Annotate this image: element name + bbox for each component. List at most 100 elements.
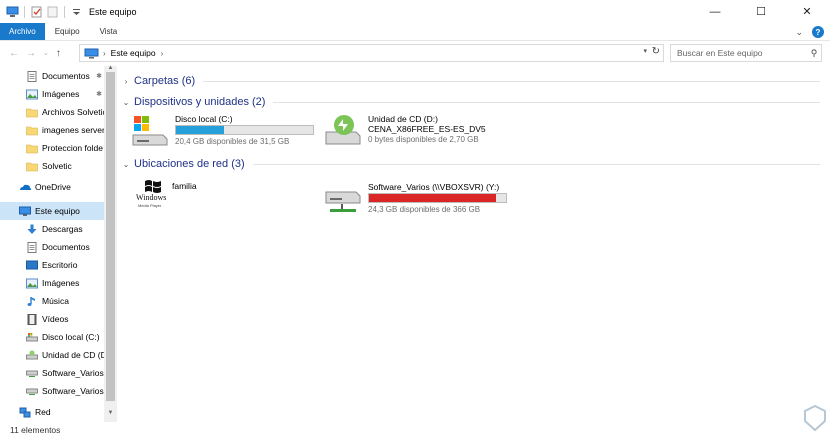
help-icon[interactable]: ? — [812, 26, 824, 38]
drive-volume-label: CENA_X86FREE_ES-ES_DV5 — [368, 124, 486, 134]
properties-icon[interactable] — [30, 6, 43, 18]
nav-item-software-varios-1[interactable]: Software_Varios — [0, 364, 104, 382]
quick-access-toolbar — [0, 5, 83, 18]
drive-free-space: 0 bytes disponibles de 2,70 GB — [368, 135, 479, 144]
pin-icon[interactable]: ✱ — [96, 72, 102, 80]
breadcrumb-este-equipo[interactable]: Este equipo — [111, 48, 156, 58]
ribbon-tabs: Archivo Equipo Vista ⌄ ? — [0, 23, 830, 41]
nav-item-musica[interactable]: Música — [0, 292, 104, 310]
drive-unidad-cd[interactable]: Unidad de CD (D:) CENA_X86FREE_ES-ES_DV5… — [324, 114, 486, 154]
nav-item-disco-local[interactable]: Disco local (C:) — [0, 328, 104, 346]
status-bar: 11 elementos — [0, 422, 830, 438]
up-arrow-icon[interactable]: ↑ — [56, 48, 61, 59]
group-label: Carpetas (6) — [134, 75, 196, 87]
nav-item-label: Proteccion folde — [42, 143, 103, 153]
wmp-logo-text: Windows — [136, 193, 167, 202]
chevron-down-icon[interactable]: ⌄ — [118, 160, 134, 169]
nav-item-unidad-cd[interactable]: Unidad de CD (D: — [0, 346, 104, 364]
search-box[interactable]: Buscar en Este equipo ⚲ — [670, 44, 822, 62]
chevron-down-icon[interactable]: ⌄ — [118, 98, 134, 107]
drive-usage-bar — [368, 193, 507, 203]
nav-item-documentos-pinned[interactable]: Documentos ✱ — [0, 67, 104, 85]
nav-item-imagenes-pinned[interactable]: Imágenes ✱ — [0, 85, 104, 103]
nav-item-label: Unidad de CD (D: — [42, 350, 104, 360]
folder-icon — [26, 144, 38, 153]
network-location-familia[interactable]: Windows Media Player familia — [134, 178, 197, 218]
nav-item-documentos[interactable]: Documentos — [0, 238, 104, 256]
drive-disco-local[interactable]: Disco local (C:) 20,4 GB disponibles de … — [131, 114, 314, 154]
nav-item-imagenes[interactable]: Imágenes — [0, 274, 104, 292]
wmp-logo-subtext: Media Player — [138, 203, 162, 208]
folder-icon — [26, 162, 38, 171]
group-ubicaciones-red[interactable]: ⌄ Ubicaciones de red (3) — [118, 156, 824, 172]
onedrive-icon — [20, 184, 31, 190]
nav-item-este-equipo[interactable]: Este equipo — [0, 202, 104, 220]
documents-icon — [27, 241, 37, 253]
forward-arrow-icon[interactable]: → — [26, 48, 36, 59]
recent-locations-icon[interactable]: ⌄ — [43, 49, 49, 57]
nav-item-label: Disco local (C:) — [42, 332, 100, 342]
refresh-icon[interactable]: ↻ — [652, 46, 660, 57]
chevron-right-icon[interactable]: › — [118, 77, 134, 86]
nav-item-proteccion-folder[interactable]: Proteccion folde — [0, 139, 104, 157]
tab-archivo[interactable]: Archivo — [0, 23, 45, 40]
window-title: Este equipo — [89, 6, 137, 17]
nav-item-onedrive[interactable]: OneDrive — [0, 178, 104, 196]
nav-item-label: Música — [42, 296, 69, 306]
breadcrumb-chevron-icon[interactable]: › — [161, 49, 164, 58]
new-folder-icon[interactable] — [46, 6, 59, 18]
nav-item-label: Red — [35, 407, 51, 417]
group-label: Dispositivos y unidades (2) — [134, 96, 266, 108]
nav-item-descargas[interactable]: Descargas — [0, 220, 104, 238]
address-bar[interactable]: › Este equipo › ▾ ↻ — [79, 44, 664, 62]
address-dropdown-icon[interactable]: ▾ — [643, 47, 647, 55]
windows-logo-icon — [145, 180, 161, 193]
expand-ribbon-icon[interactable]: ⌄ — [795, 27, 803, 38]
group-divider — [203, 80, 820, 82]
network-location-name: familia — [172, 181, 197, 191]
folder-icon — [26, 126, 38, 135]
search-icon[interactable]: ⚲ — [807, 48, 821, 59]
drive-software-varios[interactable]: Software_Varios (\\VBOXSVR) (Y:) 24,3 GB… — [324, 182, 507, 222]
pin-icon[interactable]: ✱ — [96, 90, 102, 98]
nav-item-archivos-solvetic[interactable]: Archivos Solvetic — [0, 103, 104, 121]
group-dispositivos[interactable]: ⌄ Dispositivos y unidades (2) — [118, 94, 824, 110]
breadcrumb-chevron-icon[interactable]: › — [103, 49, 106, 58]
nav-item-solvetic[interactable]: Solvetic — [0, 157, 104, 175]
scrollbar-thumb[interactable] — [106, 72, 115, 401]
nav-item-label: Solvetic — [42, 161, 72, 171]
drive-usage-fill — [369, 194, 497, 202]
nav-item-label: Imágenes — [42, 278, 80, 288]
nav-item-videos[interactable]: Vídeos — [0, 310, 104, 328]
drive-name: Disco local (C:) — [175, 114, 233, 124]
scroll-up-icon[interactable]: ▲ — [104, 65, 117, 71]
drive-free-space: 20,4 GB disponibles de 31,5 GB — [175, 137, 290, 146]
maximize-button[interactable]: ☐ — [738, 0, 784, 23]
scroll-down-icon[interactable]: ▼ — [104, 410, 117, 416]
item-count: 11 elementos — [10, 425, 61, 435]
navigation-scrollbar[interactable]: ▲ ▼ — [104, 65, 117, 422]
tab-equipo[interactable]: Equipo — [45, 23, 90, 40]
documents-icon — [27, 70, 37, 82]
nav-item-escritorio[interactable]: Escritorio — [0, 256, 104, 274]
music-icon — [27, 296, 35, 306]
network-drive-icon — [26, 370, 38, 377]
nav-item-red[interactable]: Red — [0, 403, 104, 421]
nav-item-software-varios-2[interactable]: Software_Varios — [0, 382, 104, 400]
back-arrow-icon[interactable]: ← — [9, 48, 19, 59]
tab-vista[interactable]: Vista — [90, 23, 128, 40]
nav-item-imagenes-server[interactable]: imagenes server — [0, 121, 104, 139]
minimize-button[interactable]: — — [692, 0, 738, 23]
drive-usage-fill — [176, 126, 224, 134]
close-button[interactable]: ✕ — [784, 0, 830, 23]
drive-usage-bar — [175, 125, 314, 135]
cd-drive-icon — [325, 115, 361, 145]
desktop-icon — [26, 260, 38, 269]
computer-icon — [6, 6, 19, 17]
customize-toolbar-icon[interactable] — [70, 6, 83, 18]
group-carpetas[interactable]: › Carpetas (6) — [118, 73, 824, 89]
drive-info: familia — [172, 178, 197, 218]
address-row: ← → ⌄ ↑ › Este equipo › ▾ ↻ Buscar en Es… — [0, 41, 830, 65]
search-input[interactable]: Buscar en Este equipo — [677, 48, 807, 58]
group-divider — [273, 101, 820, 103]
